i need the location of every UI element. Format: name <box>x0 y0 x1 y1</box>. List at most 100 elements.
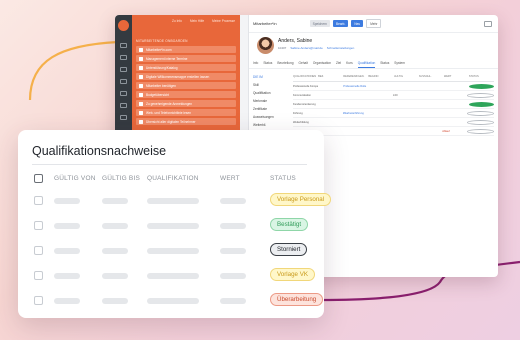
section-nav-item[interactable]: Merkmale <box>253 99 287 107</box>
tab-9[interactable]: System <box>394 61 405 68</box>
qualifications-card: Qualifikationsnachweise GÜLTIG VON GÜLTI… <box>18 130 332 318</box>
qualification-row[interactable]: Führung Mitarbeiterführung <box>293 109 494 118</box>
tab-5[interactable]: Ziel <box>336 61 341 68</box>
table-row[interactable]: Vorlage Personal <box>32 192 332 210</box>
column-status: STATUS <box>270 175 296 182</box>
tab-2[interactable]: Beurteilung <box>277 61 293 68</box>
tab-7[interactable]: Qualifikation <box>357 61 376 68</box>
row-checkbox[interactable] <box>34 271 43 280</box>
placeholder-cell <box>147 248 199 254</box>
onboarding-item[interactable]: Mitarbeiter*in.com <box>136 46 236 53</box>
qualification-column-header: GÜLTIG <box>393 75 403 78</box>
qualification-cell: Ablauf <box>442 129 450 133</box>
placeholder-cell <box>102 198 128 204</box>
checkbox[interactable] <box>139 92 143 97</box>
section-nav-item[interactable]: Qualifikation <box>253 91 287 99</box>
qualification-row[interactable]: Kommunikation 1.00 <box>293 91 494 100</box>
new-button[interactable]: Neu <box>351 20 364 27</box>
checkbox[interactable] <box>139 101 143 106</box>
tab-8[interactable]: Status <box>380 61 389 68</box>
onboarding-item[interactable]: Digitale Willkommensmappe erstellen lass… <box>136 73 236 80</box>
placeholder-cell <box>102 223 128 229</box>
employee-name: Anders, Sabine <box>278 38 313 44</box>
qualification-cell: Mitarbeiterführung <box>342 111 364 115</box>
qualification-column-header: BEGINN <box>368 75 379 78</box>
qualification-table-header: QUALIFIKATIONEN BEZ. REFERENZ/GEN. BEGINN GÜ… <box>293 75 494 82</box>
more-button[interactable]: Mehr <box>366 19 382 28</box>
onboarding-item[interactable]: Budgetübersicht <box>136 91 236 98</box>
tab-0[interactable]: Info <box>253 61 258 68</box>
settings-icon[interactable] <box>120 115 127 120</box>
column-qualification: QUALIFIKATION <box>147 175 199 182</box>
detail-topbar: Mitarbeiter*in Speichern Bearb. Neu Mehr <box>249 15 498 33</box>
save-button[interactable]: Speichern <box>309 20 330 27</box>
placeholder-cell <box>54 198 80 204</box>
placeholder-cell <box>54 273 80 279</box>
edit-button[interactable]: Bearb. <box>332 20 349 27</box>
row-checkbox[interactable] <box>34 196 43 205</box>
onboarding-item[interactable]: Management interne Termine <box>136 55 236 62</box>
table-row[interactable]: Überarbeitung <box>32 292 324 310</box>
placeholder-cell <box>54 248 80 254</box>
section-nav-item[interactable]: Zertifikate <box>253 107 287 115</box>
qualification-column-header: STATUS <box>468 75 479 78</box>
top-link[interactable]: Meine Prozesse <box>212 19 235 29</box>
section-nav-item[interactable]: Skill <box>253 83 287 91</box>
checkbox[interactable] <box>139 119 143 124</box>
top-link[interactable]: Mein Hilfe <box>190 19 204 29</box>
section-nav-item[interactable]: Ausweisungen <box>253 115 287 123</box>
qualification-row[interactable]: Kundenorientierung <box>293 100 494 109</box>
table-header: GÜLTIG VON GÜLTIG BIS QUALIFIKATION WERT… <box>32 173 312 187</box>
top-link[interactable]: Zu Info <box>172 19 182 29</box>
checkbox[interactable] <box>139 74 143 79</box>
settings-link[interactable]: Schnelleinstellungen <box>327 46 355 50</box>
folder-icon[interactable] <box>484 21 492 27</box>
tab-1[interactable]: Status <box>263 61 272 68</box>
app-logo <box>118 20 129 31</box>
calendar-icon[interactable] <box>120 55 127 60</box>
row-checkbox[interactable] <box>34 296 43 305</box>
placeholder-cell <box>102 273 128 279</box>
qualification-row[interactable]: Weiterbildung <box>293 118 494 127</box>
onboarding-item[interactable]: Übersicht aller digitalen Teilnehmer <box>136 118 236 125</box>
table-row[interactable]: Bestätigt <box>32 217 318 235</box>
email-link[interactable]: Sabine.Anders@mail.de <box>290 46 322 50</box>
tab-3[interactable]: Gehalt <box>299 61 308 68</box>
employee-id: 10407 <box>278 46 287 50</box>
card-title: Qualifikationsnachweise <box>32 144 167 158</box>
onboarding-item[interactable]: Unterstützung/Katalog <box>136 64 236 71</box>
row-checkbox[interactable] <box>34 246 43 255</box>
onboarding-item[interactable]: Zu genehmigende Anmeldungen <box>136 100 236 107</box>
home-icon[interactable] <box>120 43 127 48</box>
document-icon[interactable] <box>120 103 127 108</box>
checkbox[interactable] <box>139 65 143 70</box>
placeholder-cell <box>220 198 246 204</box>
status-badge: Vorlage VK <box>270 268 315 281</box>
placeholder-cell <box>220 223 246 229</box>
onboarding-item-label: Zu genehmigende Anmeldungen <box>146 101 193 106</box>
table-row[interactable]: Vorlage VK <box>32 267 318 285</box>
checkbox[interactable] <box>139 83 143 88</box>
profile-header: Anders, Sabine 10407 Sabine.Anders@mail.… <box>257 37 498 59</box>
tab-6[interactable]: Kurs <box>346 61 353 68</box>
status-dot-icon <box>467 110 494 116</box>
checkbox[interactable] <box>139 47 143 52</box>
checkbox[interactable] <box>139 110 143 115</box>
onboarding-item[interactable]: Web- und Telefonrichtlinie lesen <box>136 109 236 116</box>
qualification-column-header: QUALIFIKATIONEN <box>293 75 317 78</box>
panel-top-links: Zu Info Mein Hilfe Meine Prozesse <box>132 15 240 29</box>
qualification-table: QUALIFIKATIONEN BEZ. REFERENZ/GEN. BEGINN GÜ… <box>293 75 494 136</box>
column-valid-from: GÜLTIG VON <box>54 175 96 182</box>
onboarding-item[interactable]: Mitarbeiter benötigen <box>136 82 236 89</box>
placeholder-cell <box>147 298 199 304</box>
row-checkbox[interactable] <box>34 221 43 230</box>
select-all-checkbox[interactable] <box>34 174 43 183</box>
people-icon[interactable] <box>120 67 127 72</box>
table-row[interactable]: Storniert <box>32 242 318 260</box>
tab-4[interactable]: Organisation <box>313 61 331 68</box>
section-nav-item[interactable]: DIE IM <box>253 75 287 83</box>
qualification-row[interactable]: Professionelle Kompetenzen Professionelle… <box>293 82 494 91</box>
chart-icon[interactable] <box>120 91 127 96</box>
checkbox[interactable] <box>139 56 143 61</box>
folder-icon[interactable] <box>120 79 127 84</box>
